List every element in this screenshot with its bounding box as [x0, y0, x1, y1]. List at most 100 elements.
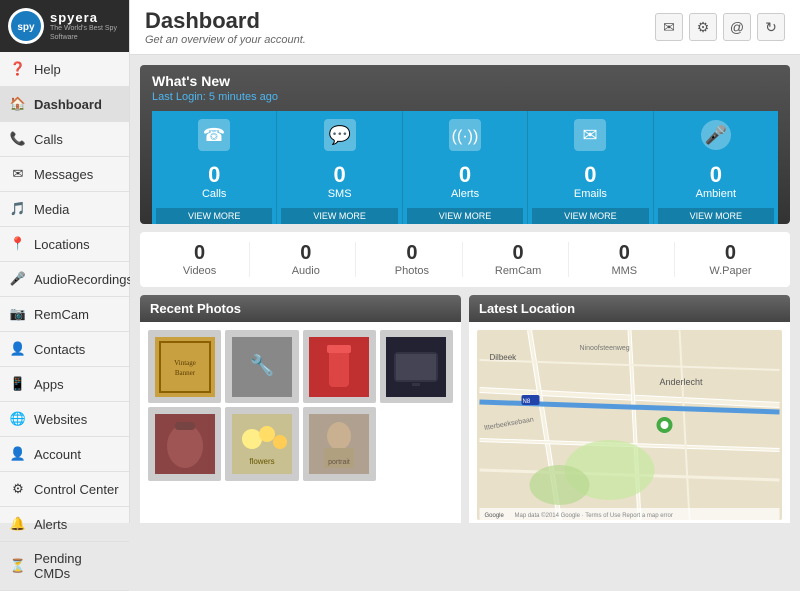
sidebar-item-alerts[interactable]: 🔔 Alerts — [0, 507, 129, 542]
sidebar-item-account[interactable]: 👤 Account — [0, 437, 129, 472]
svg-text:Anderlecht: Anderlecht — [660, 377, 704, 387]
stat-ambient: 🎤 0 Ambient VIEW MORE — [654, 111, 778, 224]
header: Dashboard Get an overview of your accoun… — [130, 0, 800, 55]
sidebar-item-pending-cmds[interactable]: ⏳ Pending CMDs — [0, 542, 129, 591]
sidebar-label-locations: Locations — [34, 237, 90, 252]
sidebar-item-audio-recordings[interactable]: 🎤 AudioRecordings — [0, 262, 129, 297]
sidebar-label-help: Help — [34, 62, 61, 77]
secondary-stat-videos: 0 Videos — [150, 242, 250, 277]
sidebar-label-pending-cmds: Pending CMDs — [34, 551, 119, 581]
stats-row: ☎ 0 Calls VIEW MORE 💬 0 SMS VIEW MORE ((… — [152, 111, 778, 224]
sidebar-label-dashboard: Dashboard — [34, 97, 102, 112]
websites-icon: 🌐 — [10, 411, 26, 427]
locations-icon: 📍 — [10, 236, 26, 252]
sidebar-item-dashboard[interactable]: 🏠 Dashboard — [0, 87, 129, 122]
secondary-stat-remcam: 0 RemCam — [469, 242, 569, 277]
stat-label-3: Emails — [574, 188, 607, 200]
sec-stat-label-0: Videos — [150, 265, 249, 277]
recent-photos-title: Recent Photos — [140, 295, 461, 322]
secondary-stat-photos: 0 Photos — [362, 242, 462, 277]
svg-text:Dilbeek: Dilbeek — [490, 353, 518, 362]
stat-view-more-0[interactable]: VIEW MORE — [156, 208, 272, 224]
sidebar-item-websites[interactable]: 🌐 Websites — [0, 402, 129, 437]
stat-view-more-3[interactable]: VIEW MORE — [532, 208, 648, 224]
header-subtitle: Get an overview of your account. — [145, 34, 306, 46]
sidebar-label-media: Media — [34, 202, 69, 217]
sidebar-label-contacts: Contacts — [34, 342, 85, 357]
sidebar-item-contacts[interactable]: 👤 Contacts — [0, 332, 129, 367]
bottom-row: Recent Photos Vintage Banner 🔧 flowers portr… — [140, 295, 790, 523]
email-icon[interactable]: ✉ — [655, 13, 683, 41]
sidebar-label-apps: Apps — [34, 377, 64, 392]
recent-photos-panel: Recent Photos Vintage Banner 🔧 flowers portr… — [140, 295, 461, 523]
sidebar-item-help[interactable]: ❓ Help — [0, 52, 129, 87]
stat-value-4: 0 — [710, 162, 722, 188]
photo-vintage[interactable]: Vintage Banner — [148, 330, 221, 403]
logo-text-area: spyera The World's Best Spy Software — [50, 10, 121, 42]
sec-stat-value-4: 0 — [575, 242, 674, 265]
sec-stat-label-3: RemCam — [469, 265, 568, 277]
photo-tools[interactable]: 🔧 — [225, 330, 298, 403]
sidebar-nav: ❓ Help🏠 Dashboard📞 Calls✉ Messages🎵 Medi… — [0, 52, 129, 591]
svg-text:☎: ☎ — [203, 125, 225, 145]
sidebar-item-control-center[interactable]: ⚙ Control Center — [0, 472, 129, 507]
last-login-text: Last Login: 5 minutes ago — [152, 91, 778, 103]
phone-stat-icon: ☎ — [198, 119, 230, 158]
map-svg: Anderlecht Dilbeek Ninoofsteenweg Itterb… — [477, 330, 782, 520]
svg-text:Vintage: Vintage — [174, 359, 196, 367]
stat-view-more-4[interactable]: VIEW MORE — [658, 208, 774, 224]
photo-portrait[interactable]: portrait — [303, 407, 376, 480]
stat-sms: 💬 0 SMS VIEW MORE — [277, 111, 402, 224]
sidebar-label-messages: Messages — [34, 167, 93, 182]
pending-cmds-icon: ⏳ — [10, 558, 26, 574]
svg-text:portrait: portrait — [328, 459, 350, 466]
photo-tablet[interactable] — [380, 330, 453, 403]
sidebar-label-alerts: Alerts — [34, 517, 67, 532]
stat-value-0: 0 — [208, 162, 220, 188]
svg-text:Ninoofsteenweg: Ninoofsteenweg — [580, 345, 630, 352]
secondary-stats: 0 Videos 0 Audio 0 Photos 0 RemCam 0 MMS… — [140, 232, 790, 287]
logo-area: spy spyera The World's Best Spy Software — [0, 0, 129, 52]
stat-label-4: Ambient — [696, 188, 736, 200]
sec-stat-value-2: 0 — [362, 242, 461, 265]
secondary-stat-w.paper: 0 W.Paper — [681, 242, 780, 277]
svg-text:🔧: 🔧 — [249, 353, 274, 377]
header-actions: ✉ ⚙ @ ↻ — [655, 13, 785, 41]
photo-bottle[interactable] — [303, 330, 376, 403]
svg-text:flowers: flowers — [249, 457, 274, 466]
photos-grid: Vintage Banner 🔧 flowers portrait — [148, 330, 453, 481]
sidebar-item-messages[interactable]: ✉ Messages — [0, 157, 129, 192]
sidebar-label-control-center: Control Center — [34, 482, 119, 497]
photo-bag[interactable] — [148, 407, 221, 480]
dashboard-icon: 🏠 — [10, 96, 26, 112]
svg-text:Google: Google — [485, 513, 505, 519]
sidebar-label-audio-recordings: AudioRecordings — [34, 272, 133, 287]
page-title: Dashboard — [145, 8, 306, 34]
stat-view-more-2[interactable]: VIEW MORE — [407, 208, 523, 224]
mic-stat-icon: 🎤 — [700, 119, 732, 158]
map-area: Anderlecht Dilbeek Ninoofsteenweg Itterb… — [477, 330, 782, 520]
calls-icon: 📞 — [10, 131, 26, 147]
latest-location-panel: Latest Location — [469, 295, 790, 523]
sidebar-item-calls[interactable]: 📞 Calls — [0, 122, 129, 157]
sec-stat-label-5: W.Paper — [681, 265, 780, 277]
sidebar-item-locations[interactable]: 📍 Locations — [0, 227, 129, 262]
stat-label-1: SMS — [328, 188, 352, 200]
whats-new-title: What's New — [152, 73, 778, 89]
svg-text:Banner: Banner — [175, 369, 196, 377]
remcam-icon: 📷 — [10, 306, 26, 322]
sidebar-item-apps[interactable]: 📱 Apps — [0, 367, 129, 402]
svg-text:spy: spy — [17, 22, 35, 33]
svg-text:Map data ©2014 Google · Terms: Map data ©2014 Google · Terms of Use Rep… — [515, 512, 673, 519]
refresh-icon[interactable]: ↻ — [757, 13, 785, 41]
wifi-stat-icon: ((·)) — [449, 119, 481, 158]
svg-text:((·)): ((·)) — [452, 128, 479, 145]
messages-icon: ✉ — [10, 166, 26, 182]
photo-flowers[interactable]: flowers — [225, 407, 298, 480]
stat-label-0: Calls — [202, 188, 226, 200]
stat-view-more-1[interactable]: VIEW MORE — [281, 208, 397, 224]
sidebar-item-media[interactable]: 🎵 Media — [0, 192, 129, 227]
settings-icon[interactable]: ⚙ — [689, 13, 717, 41]
sidebar-item-remcam[interactable]: 📷 RemCam — [0, 297, 129, 332]
at-icon[interactable]: @ — [723, 13, 751, 41]
